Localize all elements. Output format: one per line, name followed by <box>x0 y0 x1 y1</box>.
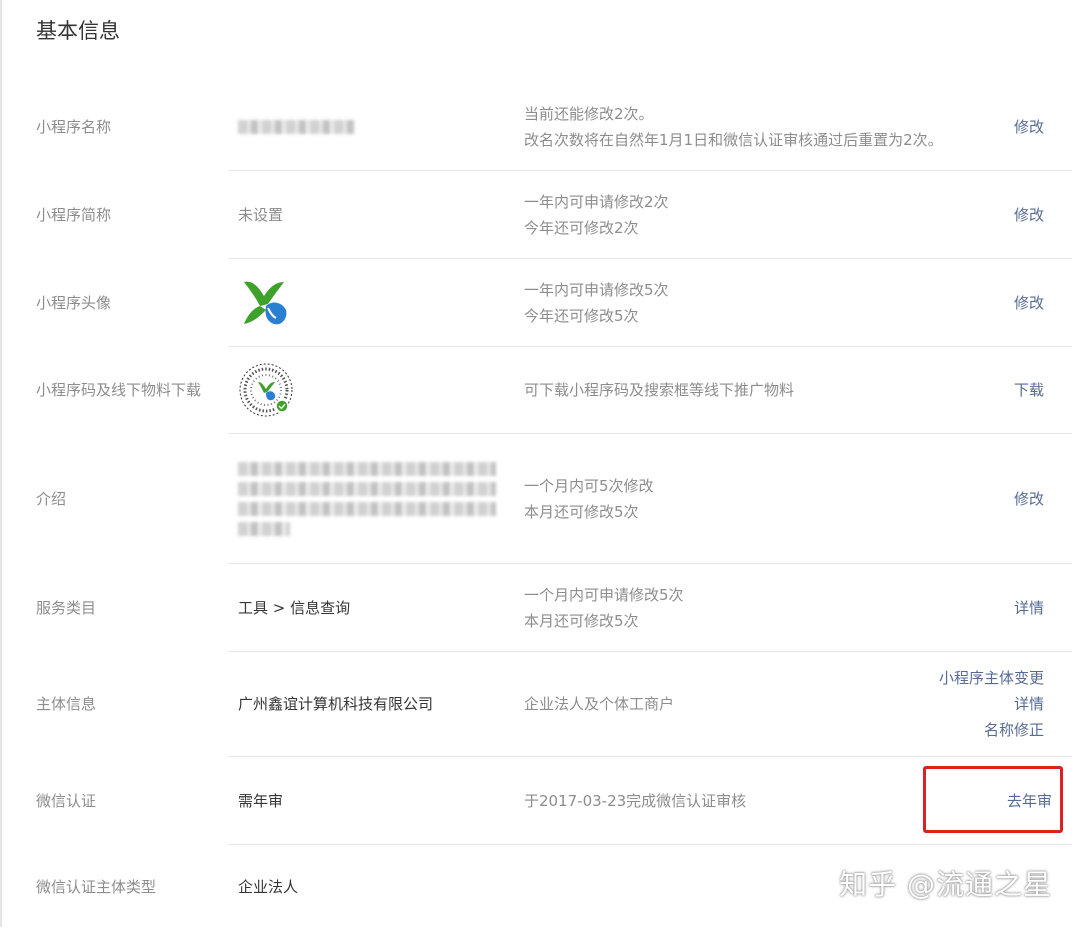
row-actions: 小程序主体变更 详情 名称修正 <box>939 665 1044 743</box>
row-actions: 详情 <box>1014 595 1044 621</box>
desc-line: 一个月内可申请修改5次 <box>524 585 684 604</box>
row-label: 微信认证主体类型 <box>36 878 157 896</box>
qrcode-icon <box>239 363 293 417</box>
row-actions: 修改 <box>1014 290 1044 316</box>
introduction-value-blurred <box>238 456 498 542</box>
row-service-category: 服务类目 工具 > 信息查询 一个月内可申请修改5次 本月还可修改5次 详情 <box>36 564 1072 651</box>
desc-line: 本月还可修改5次 <box>524 611 639 630</box>
download-qrcode-link[interactable]: 下载 <box>1014 377 1044 403</box>
row-description: 一个月内可5次修改 本月还可修改5次 <box>524 473 654 525</box>
desc-line: 企业法人及个体工商户 <box>524 695 675 713</box>
row-label: 小程序简称 <box>36 205 112 224</box>
desc-line: 今年还可修改5次 <box>524 306 639 325</box>
row-label: 服务类目 <box>36 598 97 617</box>
avatar-icon <box>238 276 292 330</box>
left-border <box>0 0 2 927</box>
row-short-name: 小程序简称 未设置 一年内可申请修改2次 今年还可修改2次 修改 <box>36 171 1072 258</box>
row-label: 小程序名称 <box>36 118 112 136</box>
desc-line: 一年内可申请修改5次 <box>524 280 669 299</box>
desc-line: 于2017-03-23完成微信认证审核 <box>524 791 747 810</box>
row-avatar: 小程序头像 一年内可申请修改5次 今年还可修改5次 修改 <box>36 259 1072 346</box>
edit-avatar-link[interactable]: 修改 <box>1014 290 1044 316</box>
row-description: 企业法人及个体工商户 <box>524 691 674 717</box>
row-wechat-verification: 微信认证 需年审 于2017-03-23完成微信认证审核 去年审 <box>36 757 1072 844</box>
desc-line: 今年还可修改2次 <box>524 218 639 237</box>
desc-line: 一个月内可5次修改 <box>524 476 654 495</box>
desc-line: 改名次数将在自然年1月1日和微信认证审核通过后重置为2次。 <box>524 131 943 149</box>
entity-type-value: 企业法人 <box>238 878 299 896</box>
edit-name-link[interactable]: 修改 <box>1014 114 1044 140</box>
row-introduction: 介绍 一个月内可5次修改 本月还可修改5次 修改 <box>36 434 1072 563</box>
desc-line: 当前还能修改2次。 <box>524 105 654 123</box>
edit-introduction-link[interactable]: 修改 <box>1014 486 1044 512</box>
watermark: 知乎 @流通之星 <box>839 868 1052 901</box>
row-actions: 修改 <box>1014 202 1044 228</box>
row-actions: 修改 <box>1014 114 1044 140</box>
mini-program-code-icon <box>238 362 294 418</box>
row-description: 一年内可申请修改2次 今年还可修改2次 <box>524 189 669 241</box>
desc-line: 一年内可申请修改2次 <box>524 192 669 211</box>
row-label: 小程序头像 <box>36 293 112 312</box>
mini-program-name-value-blurred <box>238 114 356 140</box>
entity-details-link[interactable]: 详情 <box>939 691 1044 717</box>
service-category-details-link[interactable]: 详情 <box>1014 595 1044 621</box>
verification-status-value: 需年审 <box>238 791 284 810</box>
entity-change-link[interactable]: 小程序主体变更 <box>939 665 1044 691</box>
row-actions: 下载 <box>1014 377 1044 403</box>
service-category-value: 工具 > 信息查询 <box>238 598 351 617</box>
row-actions: 修改 <box>1014 486 1044 512</box>
desc-line: 可下载小程序码及搜索框等线下推广物料 <box>524 381 795 399</box>
row-mini-program-name: 小程序名称 当前还能修改2次。 改名次数将在自然年1月1日和微信认证审核通过后重… <box>36 84 1072 170</box>
row-label: 小程序码及线下物料下载 <box>36 381 202 399</box>
name-correction-link[interactable]: 名称修正 <box>939 717 1044 743</box>
edit-short-name-link[interactable]: 修改 <box>1014 202 1044 228</box>
desc-line: 本月还可修改5次 <box>524 502 639 521</box>
row-description: 可下载小程序码及搜索框等线下推广物料 <box>524 377 794 403</box>
entity-name-value: 广州鑫谊计算机科技有限公司 <box>238 695 434 713</box>
row-qrcode-download: 小程序码及线下物料下载 可下载小程序码及搜索框等线下推广物料 下载 <box>36 347 1072 433</box>
row-description: 于2017-03-23完成微信认证审核 <box>524 788 746 814</box>
row-label: 介绍 <box>36 489 67 508</box>
page-title: 基本信息 <box>36 19 120 43</box>
row-description: 一年内可申请修改5次 今年还可修改5次 <box>524 277 669 329</box>
annual-review-highlight-box <box>923 766 1063 833</box>
row-entity-info: 主体信息 广州鑫谊计算机科技有限公司 企业法人及个体工商户 小程序主体变更 详情… <box>36 652 1072 756</box>
row-label: 主体信息 <box>36 695 97 713</box>
row-description: 一个月内可申请修改5次 本月还可修改5次 <box>524 582 684 634</box>
logo-x-icon <box>244 281 287 324</box>
short-name-value: 未设置 <box>238 205 284 224</box>
row-label: 微信认证 <box>36 791 97 810</box>
row-description: 当前还能修改2次。 改名次数将在自然年1月1日和微信认证审核通过后重置为2次。 <box>524 101 943 153</box>
